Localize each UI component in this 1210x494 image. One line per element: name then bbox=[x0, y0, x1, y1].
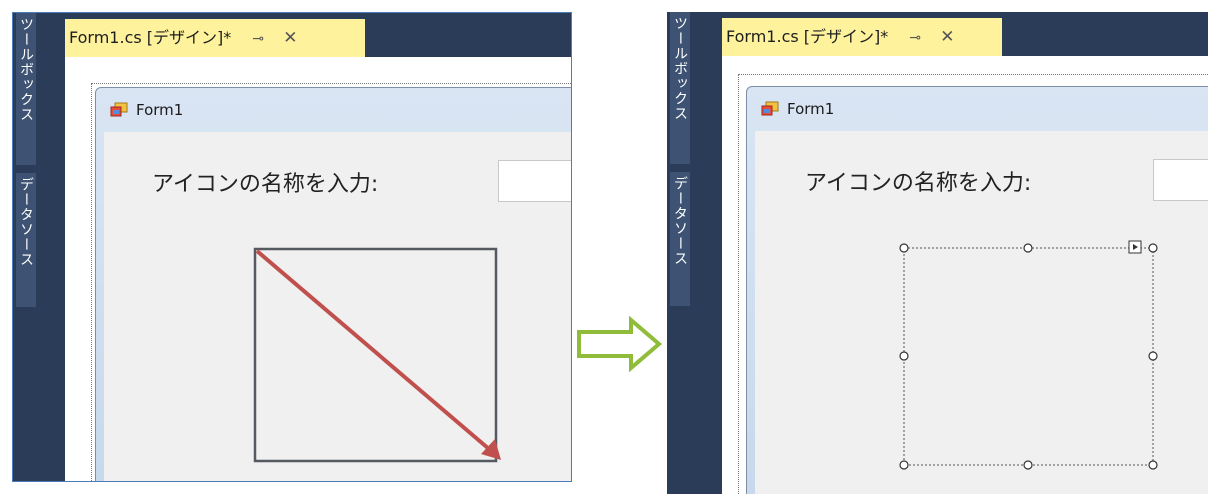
smart-tag-icon[interactable] bbox=[1128, 240, 1142, 254]
resize-handle[interactable] bbox=[899, 351, 909, 361]
transition-arrow-icon bbox=[577, 316, 663, 372]
picturebox-selection-border bbox=[903, 247, 1154, 466]
resize-handle[interactable] bbox=[1023, 243, 1033, 253]
ide-designer-before: ツールボックス データソース Form1.cs [デザイン]* ⊸ ✕ Form… bbox=[12, 12, 572, 482]
resize-handle[interactable] bbox=[1148, 351, 1158, 361]
resize-handle[interactable] bbox=[899, 460, 909, 470]
drag-arrow-line bbox=[255, 249, 491, 451]
resize-handle[interactable] bbox=[1023, 460, 1033, 470]
ide-designer-after: ツールボックス データソース Form1.cs [デザイン]* ⊸ ✕ Form… bbox=[667, 12, 1208, 494]
resize-handle[interactable] bbox=[1148, 460, 1158, 470]
resize-handle[interactable] bbox=[1148, 243, 1158, 253]
selected-picturebox[interactable] bbox=[667, 12, 1208, 494]
resize-handle[interactable] bbox=[899, 243, 909, 253]
drawing-overlay bbox=[253, 247, 501, 463]
